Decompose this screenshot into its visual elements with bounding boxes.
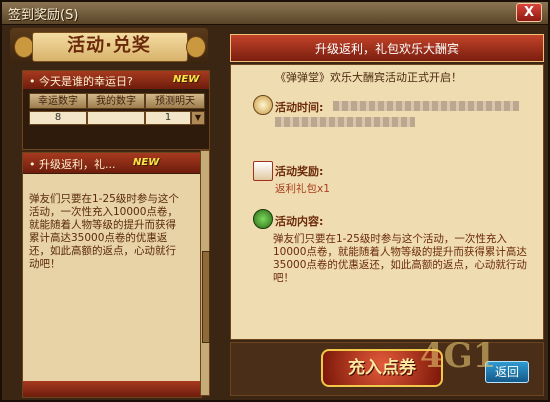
new-badge: NEW: [133, 157, 160, 168]
time-value-blurred: [333, 101, 519, 111]
detail-header: 升级返利，礼包欢乐大酬宾: [230, 34, 544, 62]
detail-body: 《弹弹堂》欢乐大酬宾活动正式开启！ 活动时间: 活动奖励: 返利礼包x1 活动内…: [230, 64, 544, 340]
intro-text: 《弹弹堂》欢乐大酬宾活动正式开启！: [275, 71, 462, 84]
scrollbar-thumb[interactable]: [202, 251, 210, 343]
new-badge: NEW: [173, 74, 200, 85]
list-item-next[interactable]: [23, 381, 201, 397]
event-list: • 升级返利，礼... NEW 弹友们只要在1-25级时参与这个活动，一次性充入…: [22, 152, 202, 398]
detail-title: 升级返利，礼包欢乐大酬宾: [314, 42, 459, 56]
scrollbar[interactable]: [200, 150, 210, 396]
my-number-value: [87, 111, 145, 125]
banner-title: 活动·兑奖: [67, 35, 151, 56]
list-item-event[interactable]: • 升级返利，礼... NEW: [23, 153, 201, 174]
lucky-day-section: • 今天是谁的幸运日? NEW 幸运数字 我的数字 预测明天 8 1 ▼: [22, 70, 210, 150]
lucky-day-header[interactable]: • 今天是谁的幸运日? NEW: [23, 71, 209, 89]
time-label: 活动时间:: [275, 101, 324, 114]
content-label: 活动内容:: [275, 215, 324, 228]
content-text: 弹友们只要在1-25级时参与这个活动，一次性充入10000点卷，就能随着人物等级…: [273, 233, 527, 284]
clock-icon: [253, 95, 273, 115]
title-bar: 签到奖励(S) X: [2, 2, 548, 25]
activity-banner: 活动·兑奖: [10, 28, 208, 64]
close-button[interactable]: X: [516, 3, 542, 22]
detail-panel: 升级返利，礼包欢乐大酬宾 《弹弹堂》欢乐大酬宾活动正式开启！ 活动时间: 活动奖…: [230, 34, 544, 396]
tab-my-number[interactable]: 我的数字: [87, 93, 145, 109]
tab-lucky-number[interactable]: 幸运数字: [29, 93, 87, 109]
time-value-blurred-2: [275, 117, 415, 127]
predict-select[interactable]: 1: [145, 111, 191, 125]
lucky-number-value: 8: [29, 111, 87, 125]
window-title: 签到奖励(S): [8, 8, 79, 23]
reward-window: 签到奖励(S) X 活动·兑奖 • 今天是谁的幸运日? NEW 幸运数字 我的数…: [0, 0, 550, 402]
chevron-down-icon[interactable]: ▼: [191, 111, 205, 125]
reward-label: 活动奖励:: [275, 165, 324, 178]
site-watermark: 4G1: [420, 336, 497, 376]
event-description: 弹友们只要在1-25级时参与这个活动，一次性充入10000点卷，就能随着人物等级…: [29, 193, 179, 270]
reward-value: 返利礼包x1: [275, 183, 330, 195]
scroll-end-left-icon: [14, 36, 34, 58]
lucky-day-title: • 今天是谁的幸运日?: [29, 75, 133, 88]
left-panel: 活动·兑奖 • 今天是谁的幸运日? NEW 幸运数字 我的数字 预测明天 8 1…: [10, 28, 210, 398]
scroll-icon: [253, 161, 273, 181]
scroll-end-right-icon: [186, 36, 206, 58]
tab-predict-tomorrow[interactable]: 预测明天: [145, 93, 205, 109]
flag-icon: [253, 209, 273, 229]
event-item-title: • 升级返利，礼...: [29, 158, 116, 171]
detail-footer: 充入点券 返回: [230, 342, 544, 396]
